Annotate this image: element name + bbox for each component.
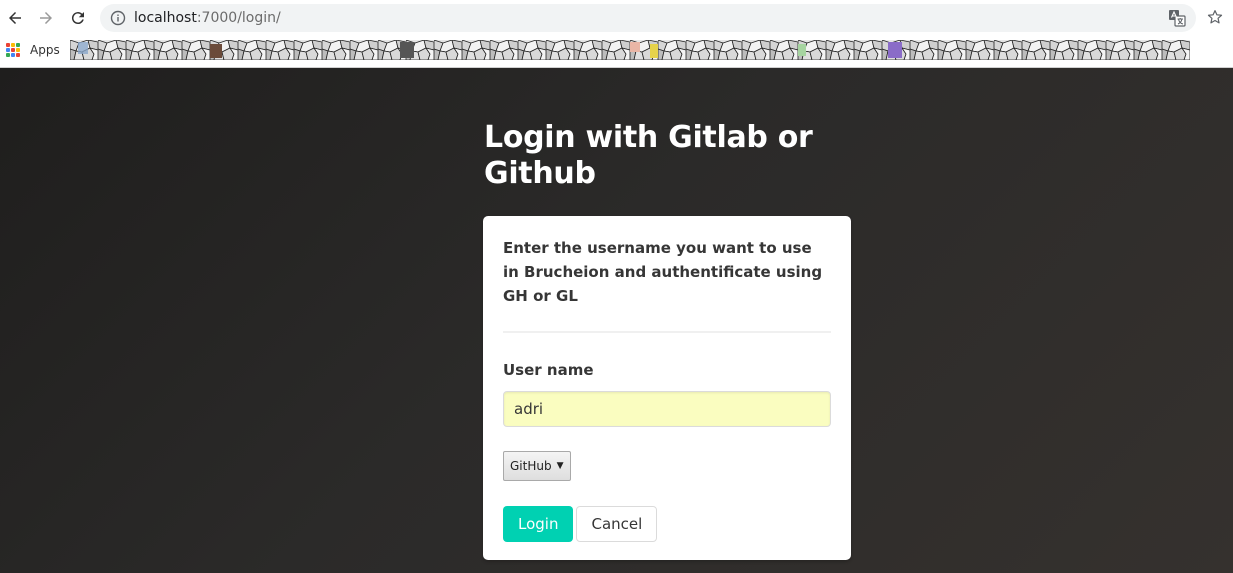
url-text: localhost:7000/login/	[134, 9, 281, 27]
apps-label: Apps	[30, 43, 60, 57]
page-title: Login with Gitlab or Github	[484, 120, 813, 191]
reload-button[interactable]	[66, 6, 90, 30]
url-host: localhost	[134, 10, 197, 26]
username-label: User name	[503, 361, 594, 379]
provider-selected-value: GitHub	[510, 459, 552, 473]
login-card: Enter the username you want to use in Br…	[483, 216, 851, 560]
bookmarks-bar: Apps	[0, 38, 1233, 66]
apps-grid-icon	[6, 43, 20, 57]
card-description: Enter the username you want to use in Br…	[503, 239, 823, 305]
card-divider	[503, 331, 831, 333]
cancel-button[interactable]: Cancel	[576, 506, 658, 542]
url-path: :7000/login/	[196, 10, 281, 26]
translate-icon[interactable]	[1168, 9, 1186, 27]
caret-down-icon: ▼	[556, 461, 564, 471]
browser-toolbar: localhost:7000/login/	[0, 0, 1233, 36]
form-actions: Login Cancel	[503, 506, 831, 542]
forward-button[interactable]	[34, 6, 58, 30]
reload-icon	[71, 12, 84, 25]
login-button[interactable]: Login	[503, 506, 574, 542]
address-bar[interactable]: localhost:7000/login/	[100, 4, 1196, 32]
bookmark-star-button[interactable]	[1204, 6, 1226, 28]
back-button[interactable]	[3, 6, 27, 30]
login-page: Login with Gitlab or Github Enter the us…	[0, 68, 1233, 573]
arrow-left-icon	[9, 12, 21, 24]
provider-select[interactable]: GitHub ▼	[503, 451, 571, 481]
browser-chrome: localhost:7000/login/ Apps	[0, 0, 1233, 68]
bookmark-mosaic-pattern	[70, 40, 1190, 60]
star-icon	[1207, 10, 1223, 24]
arrow-right-icon	[40, 12, 52, 24]
apps-bookmark[interactable]: Apps	[6, 40, 60, 60]
info-icon[interactable]	[110, 10, 126, 26]
username-input[interactable]	[503, 391, 831, 427]
